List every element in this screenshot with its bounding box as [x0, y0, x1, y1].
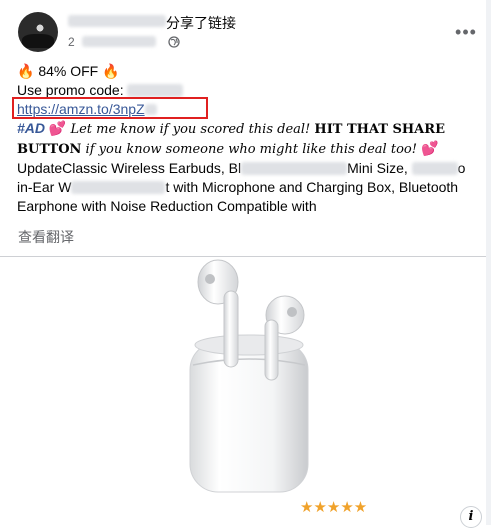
author-name-redacted[interactable] [68, 15, 166, 27]
post-text: 🔥 84% OFF 🔥 Use promo code: https://amzn… [17, 62, 483, 216]
product-redacted-1 [241, 162, 348, 175]
product-text-6: Earphone with Noise Reduction Compatible… [17, 198, 317, 214]
feed-edge [486, 0, 491, 525]
bold-text-1: HIT THAT SHARE [314, 122, 445, 137]
post-date[interactable]: 2 [68, 35, 75, 49]
post-card: 分享了链接 2 ••• 🔥 84% OFF 🔥 Use promo code: … [0, 0, 491, 528]
text-line-5: UpdateClassic Wireless Earbuds, Bl Mini S… [17, 159, 483, 178]
heart-icon-2: 💕 [421, 140, 439, 156]
link-highlight-box [12, 97, 208, 119]
product-text-4: in-Ear W [17, 179, 72, 195]
product-text-1: UpdateClassic Wireless Earbuds, Bl [17, 160, 242, 176]
bold-text-2: BUTTON [17, 142, 82, 157]
post-date-redacted [82, 36, 156, 47]
product-redacted-2 [411, 162, 458, 175]
product-text-3: o [457, 160, 466, 176]
text-line-4: BUTTON if you know someone who might lik… [17, 139, 483, 159]
text-line-7: Earphone with Noise Reduction Compatible… [17, 197, 483, 216]
italic-text-2: if you know someone who might like this … [81, 142, 422, 157]
deal-line: 🔥 84% OFF 🔥 [17, 62, 483, 81]
text-line-3: #AD 💕 Let me know if you scored this dea… [17, 119, 483, 139]
promo-code-redacted [126, 84, 183, 97]
product-text-2: Mini Size, [347, 160, 408, 176]
product-text-5: t with Microphone and Charging Box, Blue… [165, 179, 459, 195]
earbuds-image [189, 259, 309, 493]
product-image[interactable] [0, 257, 491, 525]
heart-icon: 💕 [48, 120, 67, 136]
more-options-icon[interactable]: ••• [455, 22, 477, 42]
italic-text-1: Let me know if you scored this deal! [66, 122, 315, 137]
deal-text: 🔥 84% OFF 🔥 [17, 63, 120, 79]
hashtag-ad[interactable]: #AD [17, 120, 45, 136]
globe-icon [168, 36, 180, 48]
text-line-6: in-Ear W t with Microphone and Charging B… [17, 178, 483, 197]
avatar[interactable] [18, 12, 58, 52]
rating-stars: ★★★★★ [300, 498, 368, 516]
shared-link-text: 分享了链接 [166, 15, 236, 31]
see-translation-link[interactable]: 查看翻译 [18, 227, 74, 247]
product-redacted-3 [71, 181, 166, 194]
promo-label: Use promo code: [17, 82, 124, 98]
